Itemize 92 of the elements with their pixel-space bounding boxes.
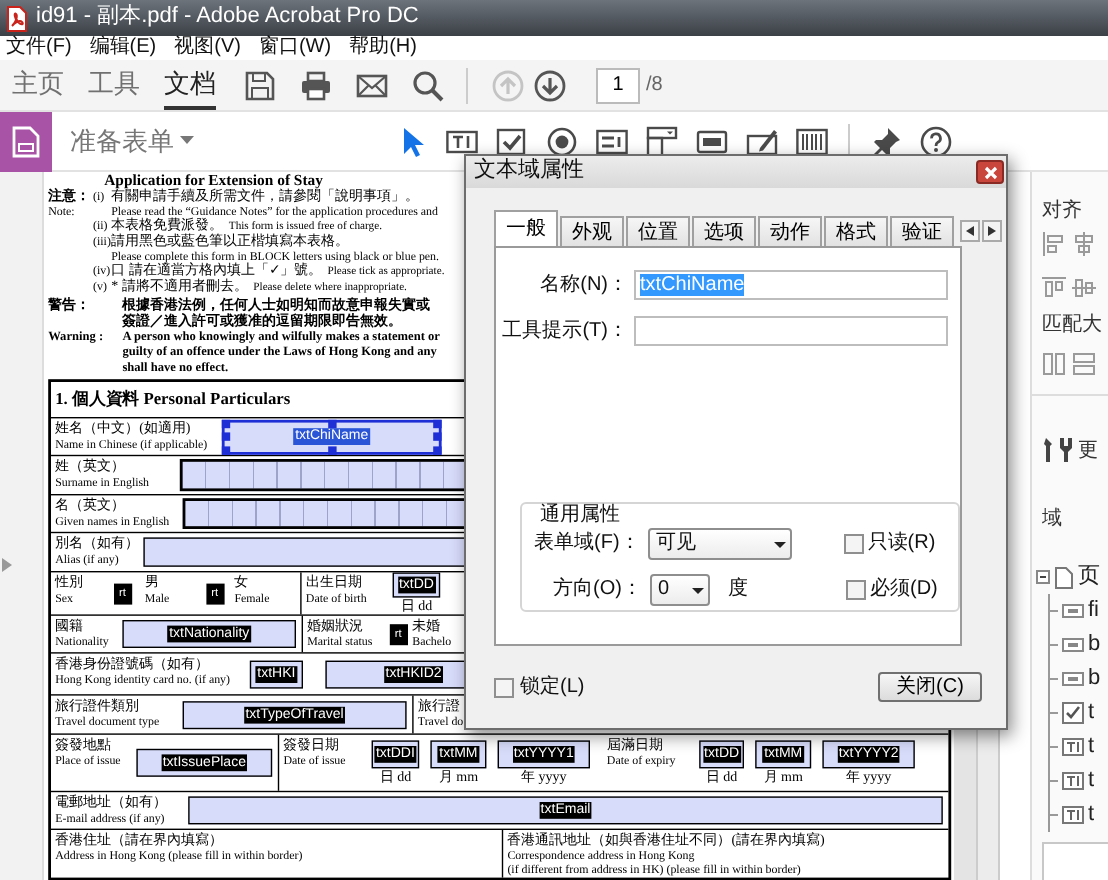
field-label: 方向(O)：: [551, 578, 642, 602]
next-page-icon[interactable]: [534, 69, 566, 101]
help-icon[interactable]: [920, 125, 952, 157]
field-label: 工具提示(T)：: [500, 319, 628, 343]
right-triangle-icon[interactable]: [988, 226, 996, 236]
tree-item[interactable]: t: [1088, 767, 1095, 795]
group-label: 通用属性: [534, 504, 626, 528]
nav-tab[interactable]: 工具: [88, 60, 140, 110]
expand-arrow-icon[interactable]: [2, 557, 12, 572]
menu-item[interactable]: 视图(V): [174, 36, 241, 60]
unit-label: 度: [728, 578, 748, 602]
tab-scroll-left-button[interactable]: [960, 220, 980, 242]
left-triangle-icon[interactable]: [966, 226, 974, 236]
checkbox-icon[interactable]: [496, 125, 528, 157]
panel-heading: 域: [1042, 508, 1064, 530]
nav-tab[interactable]: 主页: [12, 60, 64, 110]
orientation-dropdown[interactable]: 0: [650, 574, 710, 606]
caret-icon[interactable]: [692, 587, 704, 593]
tree-item[interactable]: t: [1088, 733, 1095, 761]
tool-title[interactable]: 准备表单: [70, 125, 174, 157]
visibility-dropdown[interactable]: 可见: [647, 528, 792, 560]
tree-item[interactable]: b: [1088, 665, 1101, 693]
section-title: 1. 個人資料 Personal Particulars: [53, 387, 293, 413]
signature-icon[interactable]: [746, 125, 778, 157]
dropdown-icon[interactable]: [646, 125, 678, 157]
close-button[interactable]: [976, 160, 1004, 184]
dialog-tab[interactable]: 选项: [692, 216, 756, 246]
field-label: 表单域(F)：: [534, 532, 640, 556]
button-field-icon: [1062, 668, 1084, 690]
dialog-tab[interactable]: 外观: [560, 216, 624, 246]
print-icon[interactable]: [300, 69, 332, 101]
panel-heading: 匹配大: [1042, 314, 1104, 336]
button-field-icon: [1062, 634, 1084, 656]
caret-icon[interactable]: [773, 541, 786, 547]
align-middle-icon[interactable]: [1072, 276, 1096, 300]
menu-item[interactable]: 文件(F): [6, 36, 72, 60]
pin-icon[interactable]: [870, 125, 902, 157]
dialog-tab[interactable]: 位置: [626, 216, 690, 246]
align-left-icon[interactable]: [1042, 232, 1066, 256]
checkbox-label: 只读(R): [867, 532, 936, 556]
checkbox[interactable]: [494, 677, 514, 697]
tree-item[interactable]: fi: [1088, 597, 1099, 625]
dialog-tab[interactable]: 动作: [758, 216, 822, 246]
tree-item[interactable]: b: [1088, 631, 1101, 659]
checkbox[interactable]: [843, 534, 864, 554]
text-field-icon[interactable]: [446, 125, 478, 157]
page-count: /8: [646, 73, 663, 97]
menu-item[interactable]: 帮助(H): [349, 36, 417, 60]
page-field[interactable]: 1: [596, 67, 640, 103]
checkbox-label: 锁定(L): [520, 675, 585, 699]
tree-item[interactable]: t: [1088, 699, 1095, 727]
dialog-tab[interactable]: 验证: [890, 216, 954, 246]
tools-icon[interactable]: [1042, 436, 1072, 464]
text-field-icon: [1062, 736, 1084, 758]
align-top-icon[interactable]: [1042, 276, 1066, 300]
nav-tab[interactable]: 文档: [164, 60, 216, 110]
form-icon[interactable]: [12, 125, 40, 157]
dialog-tab[interactable]: 一般: [494, 210, 558, 246]
checkbox-field-icon: [1062, 702, 1084, 724]
barcode-icon[interactable]: [796, 125, 828, 157]
save-icon[interactable]: [244, 69, 276, 101]
match-height-icon[interactable]: [1042, 352, 1066, 376]
close-icon[interactable]: [983, 165, 997, 179]
dialog-title: 文本域属性: [474, 158, 584, 186]
text-field-icon: [1062, 770, 1084, 792]
tooltip-field[interactable]: [634, 316, 948, 346]
menu-item[interactable]: 窗口(W): [258, 36, 332, 60]
pdf-icon: [6, 5, 28, 31]
input-field[interactable]: [1042, 842, 1108, 880]
menu-item[interactable]: 编辑(E): [89, 36, 157, 60]
search-icon[interactable]: [412, 69, 444, 101]
match-width-icon[interactable]: [1072, 352, 1096, 376]
radio-button-icon[interactable]: [546, 125, 578, 157]
page-icon: [1054, 565, 1074, 589]
tree-item[interactable]: 页: [1078, 563, 1100, 591]
checkbox[interactable]: [846, 580, 866, 600]
field-label: 名称(N)：: [538, 273, 628, 297]
list-box-icon[interactable]: [596, 125, 628, 157]
button-icon[interactable]: [696, 125, 728, 157]
window-title: id91 - 副本.pdf - Adobe Acrobat Pro DC: [36, 4, 419, 32]
tab-scroll-right-button[interactable]: [982, 220, 1002, 242]
align-center-icon[interactable]: [1072, 232, 1096, 256]
dialog-tab[interactable]: 格式: [824, 216, 888, 246]
panel-heading: 对齐: [1042, 200, 1084, 222]
text-field-icon: [1062, 804, 1084, 826]
mail-icon[interactable]: [356, 69, 388, 101]
checkbox-label: 必须(D): [870, 578, 938, 602]
collapse-icon[interactable]: [1036, 570, 1050, 584]
button-field-icon: [1062, 600, 1084, 622]
close-button[interactable]: 关闭(C): [878, 672, 982, 702]
tree-item[interactable]: t: [1088, 801, 1095, 829]
more-label[interactable]: 更: [1078, 439, 1098, 461]
